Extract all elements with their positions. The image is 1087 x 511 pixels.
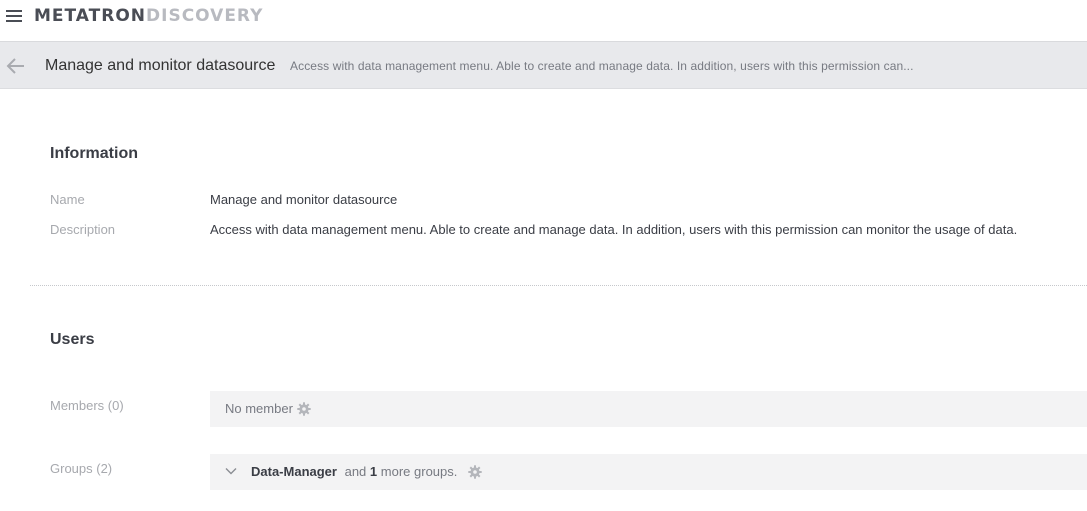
page-title: Manage and monitor datasource — [45, 57, 276, 74]
hamburger-icon[interactable] — [6, 10, 22, 23]
name-value: Manage and monitor datasource — [210, 192, 398, 207]
arrow-left-icon[interactable] — [6, 56, 26, 76]
groups-label: Groups (2) — [50, 461, 113, 476]
name-label: Name — [50, 192, 85, 207]
page-description: Access with data management menu. Able t… — [290, 59, 914, 73]
top-bar: METATRONDISCOVERY — [0, 0, 1087, 42]
members-box: No member — [210, 391, 1087, 427]
groups-more-count: 1 — [369, 464, 378, 479]
description-value: Access with data management menu. Able t… — [210, 222, 1018, 237]
logo-text-discovery: DISCOVERY — [146, 6, 264, 26]
description-label: Description — [50, 222, 116, 237]
information-section-title: Information — [50, 145, 138, 162]
users-section-title: Users — [50, 331, 95, 348]
logo[interactable]: METATRONDISCOVERY — [34, 6, 263, 26]
gear-icon[interactable] — [468, 465, 482, 479]
groups-more-text: more groups. — [380, 464, 458, 479]
group-name-link[interactable]: Data-Manager — [251, 464, 337, 479]
page-header: Manage and monitor datasource Access wit… — [0, 42, 1087, 89]
members-value: No member — [225, 401, 293, 416]
chevron-down-icon[interactable] — [225, 465, 237, 477]
groups-and-text: and — [344, 464, 367, 479]
groups-summary: Data-Manager and 1 more groups. — [251, 464, 457, 479]
members-label: Members (0) — [50, 398, 124, 413]
groups-box: Data-Manager and 1 more groups. — [210, 454, 1087, 490]
gear-icon[interactable] — [297, 402, 311, 416]
logo-text-metatron: METATRON — [34, 6, 147, 26]
section-divider — [30, 285, 1087, 286]
